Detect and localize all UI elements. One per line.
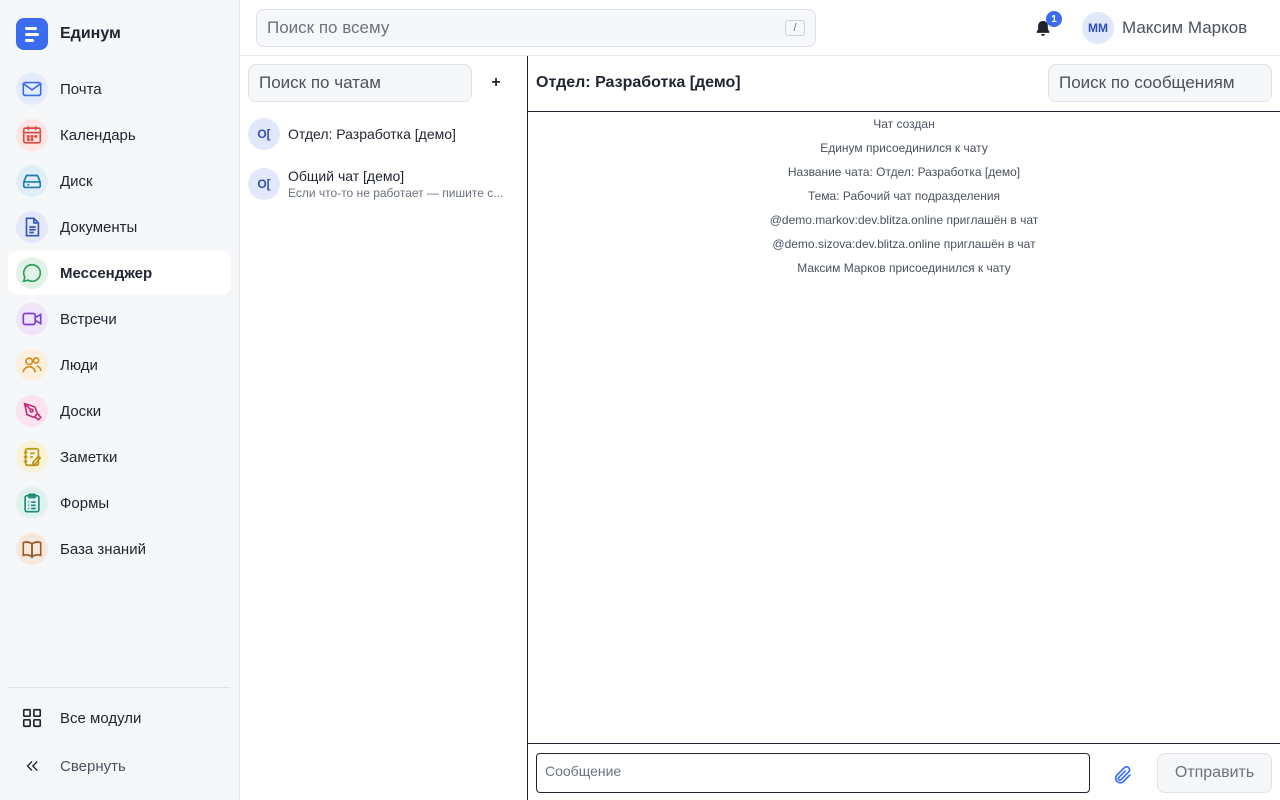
sidebar-item-drive[interactable]: Диск (8, 159, 231, 203)
message-search[interactable] (1048, 64, 1272, 102)
chat-avatar: О[ (248, 168, 280, 200)
chat-search[interactable] (248, 64, 472, 102)
chat-avatar: О[ (248, 118, 280, 150)
document-icon (16, 211, 48, 243)
system-event: @demo.sizova:dev.blitza.online приглашён… (772, 237, 1036, 251)
people-icon (16, 349, 48, 381)
sidebar-item-label: Мессенджер (60, 264, 153, 282)
brand-name: Единум (60, 25, 121, 42)
message-search-input[interactable] (1059, 73, 1261, 93)
sidebar-item-meetings[interactable]: Встречи (8, 297, 231, 341)
sidebar-item-label: Диск (60, 172, 93, 190)
brand[interactable]: Единум (16, 18, 121, 50)
notification-badge: 1 (1046, 11, 1062, 27)
video-icon (16, 303, 48, 335)
system-event: Чат создан (873, 117, 935, 131)
search-shortcut-hint: / (785, 20, 805, 36)
message-input[interactable] (536, 753, 1090, 793)
system-event: @demo.markov:dev.blitza.online приглашён… (769, 213, 1039, 227)
grid-icon (16, 702, 48, 734)
send-button[interactable]: Отправить (1157, 753, 1272, 793)
message-composer: Отправить (528, 743, 1280, 800)
chat-panel: Отдел: Разработка [демо] Чат создан Един… (528, 56, 1280, 800)
chat-title: Отдел: Разработка [демо] (288, 126, 456, 142)
sidebar-item-label: Люди (60, 356, 98, 374)
sidebar-item-label: Календарь (60, 126, 136, 144)
system-event: Максим Марков присоединился к чату (797, 261, 1011, 275)
system-event: Тема: Рабочий чат подразделения (807, 189, 1001, 203)
chat-header-title: Отдел: Разработка [демо] (536, 74, 741, 91)
system-event: Название чата: Отдел: Разработка [демо] (787, 165, 1021, 179)
chat-list-item[interactable]: О[ Отдел: Разработка [демо] (248, 118, 520, 150)
chat-search-input[interactable] (259, 73, 461, 93)
sidebar-divider (8, 687, 230, 688)
book-icon (16, 533, 48, 565)
sidebar-item-mail[interactable]: Почта (8, 67, 231, 111)
drive-icon (16, 165, 48, 197)
sidebar-item-messenger[interactable]: Мессенджер (8, 251, 231, 295)
sidebar-item-calendar[interactable]: Календарь (8, 113, 231, 157)
brand-logo-icon (16, 18, 48, 50)
clipboard-icon (16, 487, 48, 519)
sidebar-item-label: Доски (60, 402, 102, 420)
sidebar-item-label: Формы (60, 494, 110, 512)
chat-preview: Если что-то не работает — пишите с... (288, 186, 504, 200)
sidebar-item-notes[interactable]: Заметки (8, 435, 231, 479)
notes-icon (16, 441, 48, 473)
sidebar: Единум Почта Календарь Диск Документы Ме… (0, 0, 240, 800)
global-search-input[interactable] (267, 18, 785, 38)
system-event: Единум присоединился к чату (820, 141, 988, 155)
collapse-label: Свернуть (60, 757, 126, 775)
all-modules-label: Все модули (60, 709, 142, 727)
double-chevron-left-icon (16, 750, 48, 782)
sidebar-item-label: Документы (60, 218, 138, 236)
chat-list-item[interactable]: О[ Общий чат [демо] Если что-то не работ… (248, 168, 520, 200)
chat-bubble-icon (16, 257, 48, 289)
all-modules-button[interactable]: Все модули (16, 702, 141, 734)
sidebar-item-boards[interactable]: Доски (8, 389, 231, 433)
sidebar-item-label: Заметки (60, 448, 118, 466)
sidebar-item-label: Почта (60, 80, 102, 98)
sidebar-item-forms[interactable]: Формы (8, 481, 231, 525)
sidebar-item-label: База знаний (60, 540, 146, 558)
chat-header: Отдел: Разработка [демо] (528, 56, 1280, 112)
sidebar-item-knowledge-base[interactable]: База знаний (8, 527, 231, 571)
global-search[interactable]: / (256, 9, 816, 47)
sidebar-item-people[interactable]: Люди (8, 343, 231, 387)
pen-tool-icon (16, 395, 48, 427)
chat-title: Общий чат [демо] (288, 168, 405, 184)
calendar-icon (16, 119, 48, 151)
sidebar-item-label: Встречи (60, 310, 117, 328)
paperclip-icon[interactable] (1112, 764, 1134, 786)
sidebar-nav: Почта Календарь Диск Документы Мессендже… (8, 67, 231, 573)
add-chat-button[interactable]: + (484, 71, 508, 95)
chat-list-panel: + О[ Отдел: Разработка [демо] О[ Общий ч… (240, 56, 528, 800)
user-name[interactable]: Максим Марков (1122, 18, 1247, 38)
message-timeline: Чат создан Единум присоединился к чату Н… (528, 115, 1280, 283)
mail-icon (16, 73, 48, 105)
avatar[interactable]: ММ (1082, 12, 1114, 44)
collapse-sidebar-button[interactable]: Свернуть (16, 750, 126, 782)
sidebar-item-documents[interactable]: Документы (8, 205, 231, 249)
topbar: / 1 ММ Максим Марков (240, 0, 1280, 56)
